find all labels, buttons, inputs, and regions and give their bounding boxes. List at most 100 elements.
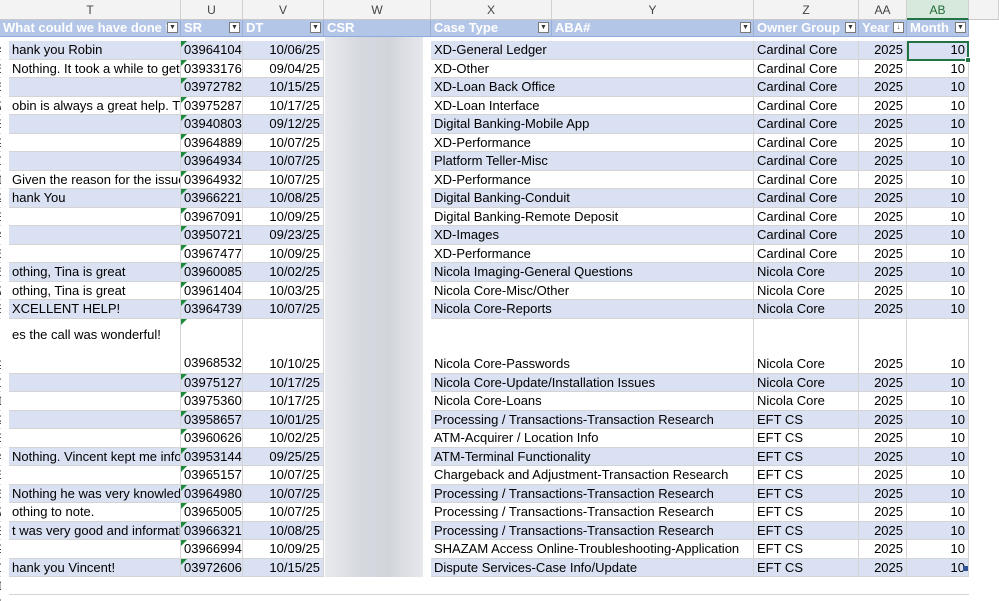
row-number[interactable]: 72 <box>0 411 1 429</box>
year-cell[interactable]: 2025 <box>859 521 907 540</box>
row-number[interactable]: 66 <box>0 263 1 282</box>
row-number[interactable]: 63 <box>0 208 1 226</box>
feedback-comment-cell[interactable] <box>9 429 181 448</box>
sr-number-cell[interactable]: 03966321 <box>181 521 243 540</box>
case-type-cell[interactable]: Nicola Imaging-General Questions <box>431 263 754 282</box>
month-cell[interactable]: 10 <box>907 244 969 263</box>
case-type-cell[interactable]: Digital Banking-Mobile App <box>431 115 754 134</box>
owner-group-cell[interactable]: EFT CS <box>754 484 859 503</box>
sr-number-cell[interactable]: 03967477 <box>181 244 243 263</box>
sr-number-cell[interactable]: 03972606 <box>181 558 243 577</box>
owner-group-cell[interactable]: EFT CS <box>754 521 859 540</box>
owner-group-cell[interactable]: Nicola Core <box>754 373 859 392</box>
sr-number-cell[interactable]: 03960085 <box>181 263 243 282</box>
sort-filter-icon[interactable]: ↓ <box>893 22 904 33</box>
date-cell[interactable]: 10/07/25 <box>243 503 324 522</box>
filter-dropdown-icon[interactable]: ▼ <box>845 22 856 33</box>
month-cell[interactable]: 10 <box>907 152 969 171</box>
row-number[interactable]: 58 <box>0 115 1 134</box>
column-header-z[interactable]: Z <box>754 0 859 20</box>
case-type-cell[interactable]: ATM-Acquirer / Location Info <box>431 429 754 448</box>
year-cell[interactable]: 2025 <box>859 263 907 282</box>
sr-number-cell[interactable]: 03958657 <box>181 410 243 429</box>
month-cell[interactable]: 10 <box>907 115 969 134</box>
owner-group-cell[interactable]: Nicola Core <box>754 318 859 374</box>
owner-group-cell[interactable]: Cardinal Core <box>754 78 859 97</box>
year-cell[interactable]: 2025 <box>859 189 907 208</box>
case-type-cell[interactable]: SHAZAM Access Online-Troubleshooting-App… <box>431 540 754 559</box>
year-cell[interactable]: 2025 <box>859 170 907 189</box>
owner-group-cell[interactable]: Nicola Core <box>754 281 859 300</box>
month-cell[interactable]: 10 <box>907 540 969 559</box>
month-cell[interactable]: 10 <box>907 503 969 522</box>
date-cell[interactable]: 10/07/25 <box>243 466 324 485</box>
feedback-comment-cell[interactable]: hank You <box>9 189 181 208</box>
owner-group-cell[interactable]: Cardinal Core <box>754 244 859 263</box>
case-type-cell[interactable]: Nicola Core-Reports <box>431 300 754 319</box>
date-cell[interactable]: 09/12/25 <box>243 115 324 134</box>
column-header-ab[interactable]: AB <box>907 0 969 20</box>
case-type-cell[interactable]: Digital Banking-Conduit <box>431 189 754 208</box>
sr-number-cell[interactable]: 03964739 <box>181 300 243 319</box>
case-type-cell[interactable]: XD-General Ledger <box>431 41 754 60</box>
sr-number-cell[interactable]: 03960626 <box>181 429 243 448</box>
sr-number-cell[interactable]: 03967091 <box>181 207 243 226</box>
column-header-x[interactable]: X <box>431 0 552 20</box>
row-number[interactable]: 74 <box>0 448 1 466</box>
year-cell[interactable]: 2025 <box>859 484 907 503</box>
table-header-0[interactable]: What could we have done t ▼ <box>0 20 181 37</box>
row-number[interactable]: 73 <box>0 429 1 448</box>
date-cell[interactable]: 10/10/25 <box>243 318 324 374</box>
case-type-cell[interactable]: Digital Banking-Remote Deposit <box>431 207 754 226</box>
sr-number-cell[interactable]: 03933176 <box>181 59 243 78</box>
year-cell[interactable]: 2025 <box>859 207 907 226</box>
date-cell[interactable]: 10/07/25 <box>243 133 324 152</box>
column-header-aa[interactable]: AA <box>859 0 907 20</box>
row-number[interactable]: 62 <box>0 189 1 208</box>
table-header-1[interactable]: SR ▼ <box>181 20 243 37</box>
month-cell[interactable]: 10 <box>907 263 969 282</box>
filter-dropdown-icon[interactable]: ▼ <box>167 22 178 33</box>
row-number[interactable]: 82 <box>0 595 1 601</box>
row-number[interactable]: 54 <box>0 41 1 60</box>
sr-number-cell[interactable]: 03965157 <box>181 466 243 485</box>
year-cell[interactable]: 2025 <box>859 410 907 429</box>
year-cell[interactable]: 2025 <box>859 558 907 577</box>
owner-group-cell[interactable]: EFT CS <box>754 447 859 466</box>
year-cell[interactable]: 2025 <box>859 373 907 392</box>
spreadsheet-grid[interactable]: T U V W X Y Z AA AB What could we have done t ▼ SR ▼… <box>0 0 999 601</box>
date-cell[interactable]: 10/09/25 <box>243 540 324 559</box>
feedback-comment-cell[interactable] <box>9 78 181 97</box>
date-cell[interactable]: 10/09/25 <box>243 244 324 263</box>
date-cell[interactable]: 09/23/25 <box>243 226 324 245</box>
filter-dropdown-icon[interactable]: ▼ <box>955 22 966 33</box>
date-cell[interactable]: 10/08/25 <box>243 521 324 540</box>
feedback-comment-cell[interactable] <box>9 207 181 226</box>
row-number[interactable]: 81 <box>0 577 1 595</box>
owner-group-cell[interactable]: Cardinal Core <box>754 152 859 171</box>
feedback-comment-cell[interactable]: othing, Tina is great <box>9 281 181 300</box>
owner-group-cell[interactable]: Cardinal Core <box>754 41 859 60</box>
case-type-cell[interactable]: Nicola Core-Update/Installation Issues <box>431 373 754 392</box>
year-cell[interactable]: 2025 <box>859 133 907 152</box>
owner-group-cell[interactable]: EFT CS <box>754 540 859 559</box>
month-cell[interactable]: 10 <box>907 96 969 115</box>
empty-cell[interactable] <box>9 577 969 595</box>
month-cell[interactable]: 10 <box>907 410 969 429</box>
row-number[interactable]: 79 <box>0 540 1 559</box>
month-cell[interactable]: 10 <box>907 484 969 503</box>
feedback-comment-cell[interactable]: obin is always a great help. Th <box>9 96 181 115</box>
filter-dropdown-icon[interactable]: ▼ <box>310 22 321 33</box>
case-type-cell[interactable]: Dispute Services-Case Info/Update <box>431 558 754 577</box>
row-number[interactable]: 71 <box>0 392 1 411</box>
owner-group-cell[interactable]: Cardinal Core <box>754 96 859 115</box>
date-cell[interactable]: 10/02/25 <box>243 263 324 282</box>
feedback-comment-cell[interactable]: othing to note. <box>9 503 181 522</box>
year-cell[interactable]: 2025 <box>859 466 907 485</box>
feedback-comment-cell[interactable]: t was very good and informativ <box>9 521 181 540</box>
row-number[interactable]: 59 <box>0 134 1 152</box>
case-type-cell[interactable]: XD-Performance <box>431 133 754 152</box>
feedback-comment-cell[interactable] <box>9 540 181 559</box>
year-cell[interactable]: 2025 <box>859 59 907 78</box>
date-cell[interactable]: 10/01/25 <box>243 410 324 429</box>
